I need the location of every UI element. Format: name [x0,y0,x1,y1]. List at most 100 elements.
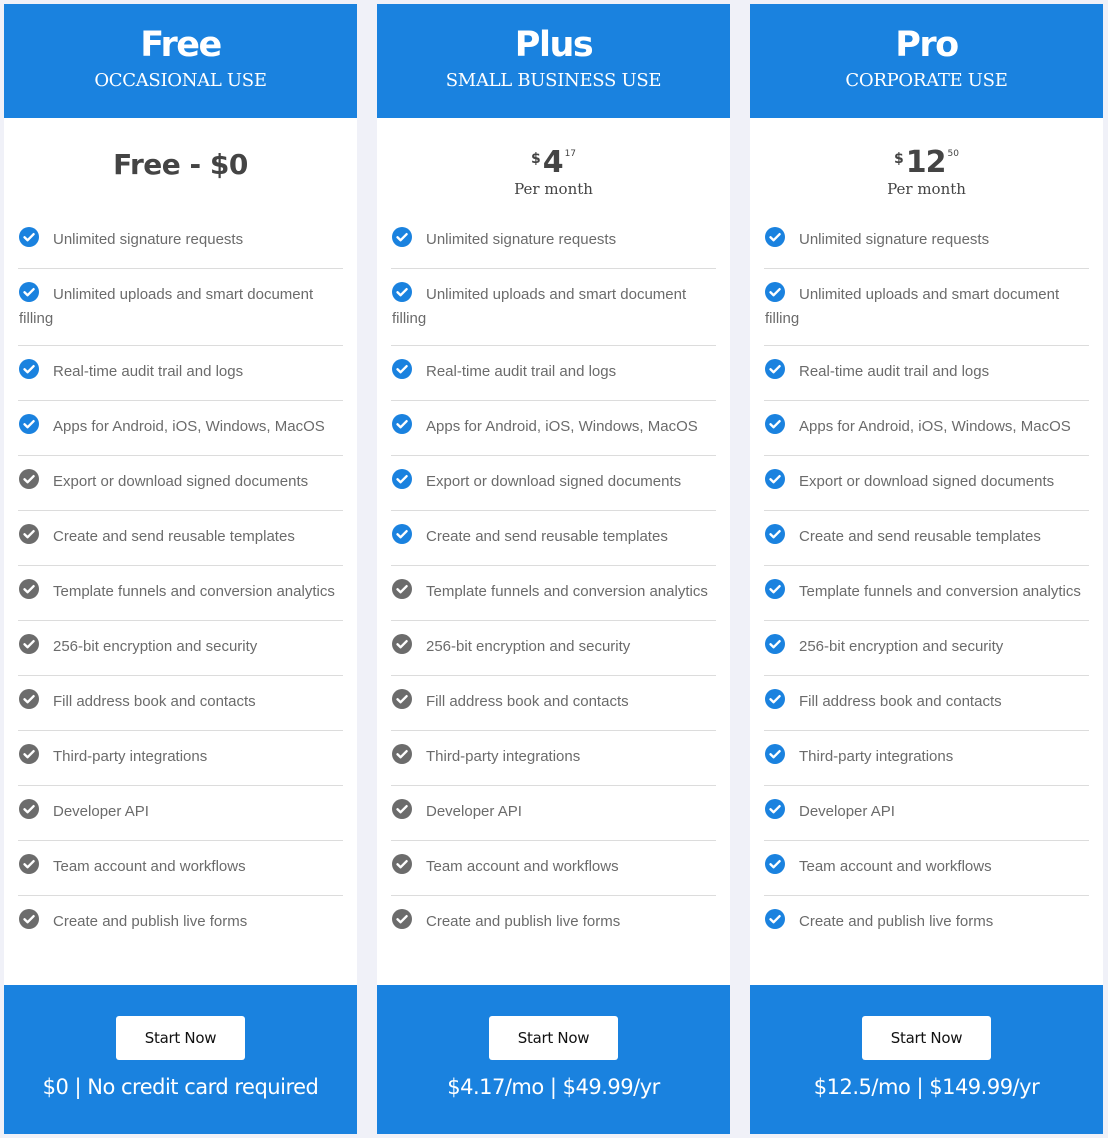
check-circle-muted-icon [392,854,412,874]
check-circle-icon [19,282,39,302]
start-now-button[interactable]: Start Now [489,1016,618,1060]
feature-item: Template funnels and conversion analytic… [391,566,716,621]
check-circle-muted-icon [392,634,412,654]
feature-item: Apps for Android, iOS, Windows, MacOS [18,401,343,456]
plan-header: Pro CORPORATE USE [750,4,1103,118]
feature-label: Developer API [799,803,895,820]
feature-label: Real-time audit trail and logs [799,363,990,380]
feature-item: Unlimited signature requests [18,214,343,269]
feature-item: Developer API [391,786,716,841]
feature-item: Create and publish live forms [18,896,343,951]
feature-label: Third-party integrations [53,748,208,765]
price-block: $ 12 50 Per month [750,118,1103,214]
check-circle-muted-icon [19,744,39,764]
price-whole: 12 [905,145,947,180]
feature-label: Create and send reusable templates [799,528,1041,545]
check-circle-icon [392,469,412,489]
feature-label: Fill address book and contacts [53,693,256,710]
feature-item: Apps for Android, iOS, Windows, MacOS [764,401,1089,456]
feature-label: 256-bit encryption and security [799,638,1004,655]
feature-label: Create and publish live forms [799,913,994,930]
price-block: $ 4 17 Per month [377,118,730,214]
feature-label: Unlimited uploads and smart document fil… [19,286,314,327]
check-circle-icon [392,359,412,379]
feature-label: Apps for Android, iOS, Windows, MacOS [53,418,325,435]
feature-item: Team account and workflows [391,841,716,896]
plan-name: Free [140,25,222,65]
feature-item: Export or download signed documents [18,456,343,511]
feature-item: Fill address book and contacts [764,676,1089,731]
feature-list: Unlimited signature requests Unlimited up… [4,214,357,985]
start-now-button[interactable]: Start Now [116,1016,245,1060]
feature-label: Create and publish live forms [53,913,248,930]
feature-label: Export or download signed documents [426,473,682,490]
billing-note: $4.17/mo | $49.99/yr [447,1075,660,1099]
price-currency: $ [530,151,541,167]
feature-label: Unlimited signature requests [799,231,990,248]
check-circle-icon [765,799,785,819]
plan-card-plus: Plus SMALL BUSINESS USE $ 4 17 Per month… [377,4,730,1134]
check-circle-muted-icon [19,634,39,654]
plan-name: Pro [895,25,959,65]
check-circle-muted-icon [392,799,412,819]
check-circle-icon [392,227,412,247]
feature-label: Unlimited uploads and smart document fil… [765,286,1060,327]
price-amount: $ 4 17 [531,148,576,178]
price-text: Free - $0 [113,148,248,181]
feature-item: Team account and workflows [18,841,343,896]
feature-item: Developer API [18,786,343,841]
feature-list: Unlimited signature requests Unlimited up… [750,214,1103,985]
feature-label: 256-bit encryption and security [426,638,631,655]
check-circle-muted-icon [19,854,39,874]
feature-item: Real-time audit trail and logs [18,346,343,401]
feature-label: Apps for Android, iOS, Windows, MacOS [799,418,1071,435]
feature-label: Unlimited uploads and smart document fil… [392,286,687,327]
price-period: Per month [887,180,966,198]
feature-item: Create and publish live forms [391,896,716,951]
feature-label: Team account and workflows [53,858,246,875]
feature-item: Create and send reusable templates [391,511,716,566]
check-circle-icon [392,282,412,302]
plan-card-free: Free OCCASIONAL USE Free - $0 Unlimited … [4,4,357,1134]
price-currency: $ [894,151,904,167]
feature-item: Create and send reusable templates [18,511,343,566]
feature-label: Fill address book and contacts [426,693,629,710]
check-circle-icon [765,524,785,544]
feature-item: 256-bit encryption and security [764,621,1089,676]
feature-label: Template funnels and conversion analytic… [53,583,335,600]
check-circle-icon [765,469,785,489]
check-circle-icon [765,689,785,709]
check-circle-icon [392,414,412,434]
feature-item: Create and send reusable templates [764,511,1089,566]
feature-item: Developer API [764,786,1089,841]
check-circle-icon [765,909,785,929]
plan-card-pro: Pro CORPORATE USE $ 12 50 Per month Unli… [750,4,1103,1134]
plan-header: Plus SMALL BUSINESS USE [377,4,730,118]
price-cents: 50 [947,149,959,159]
check-circle-icon [765,414,785,434]
feature-label: Create and publish live forms [426,913,621,930]
check-circle-icon [392,524,412,544]
feature-list: Unlimited signature requests Unlimited up… [377,214,730,985]
feature-label: Real-time audit trail and logs [426,363,617,380]
feature-item: 256-bit encryption and security [18,621,343,676]
check-circle-muted-icon [19,579,39,599]
feature-item: 256-bit encryption and security [391,621,716,676]
feature-item: Fill address book and contacts [18,676,343,731]
start-now-button[interactable]: Start Now [862,1016,991,1060]
feature-label: Team account and workflows [799,858,992,875]
feature-item: Create and publish live forms [764,896,1089,951]
feature-label: Developer API [53,803,149,820]
billing-note: $12.5/mo | $149.99/yr [813,1075,1040,1099]
feature-label: Third-party integrations [426,748,581,765]
plan-footer: Start Now $0 | No credit card required [4,985,357,1134]
feature-label: Apps for Android, iOS, Windows, MacOS [426,418,698,435]
feature-item: Fill address book and contacts [391,676,716,731]
plan-footer: Start Now $4.17/mo | $49.99/yr [377,985,730,1134]
check-circle-muted-icon [392,744,412,764]
feature-item: Unlimited uploads and smart document fil… [18,269,343,346]
check-circle-icon [765,579,785,599]
plan-subtitle: SMALL BUSINESS USE [445,70,662,91]
feature-label: Template funnels and conversion analytic… [426,583,708,600]
check-circle-icon [765,854,785,874]
